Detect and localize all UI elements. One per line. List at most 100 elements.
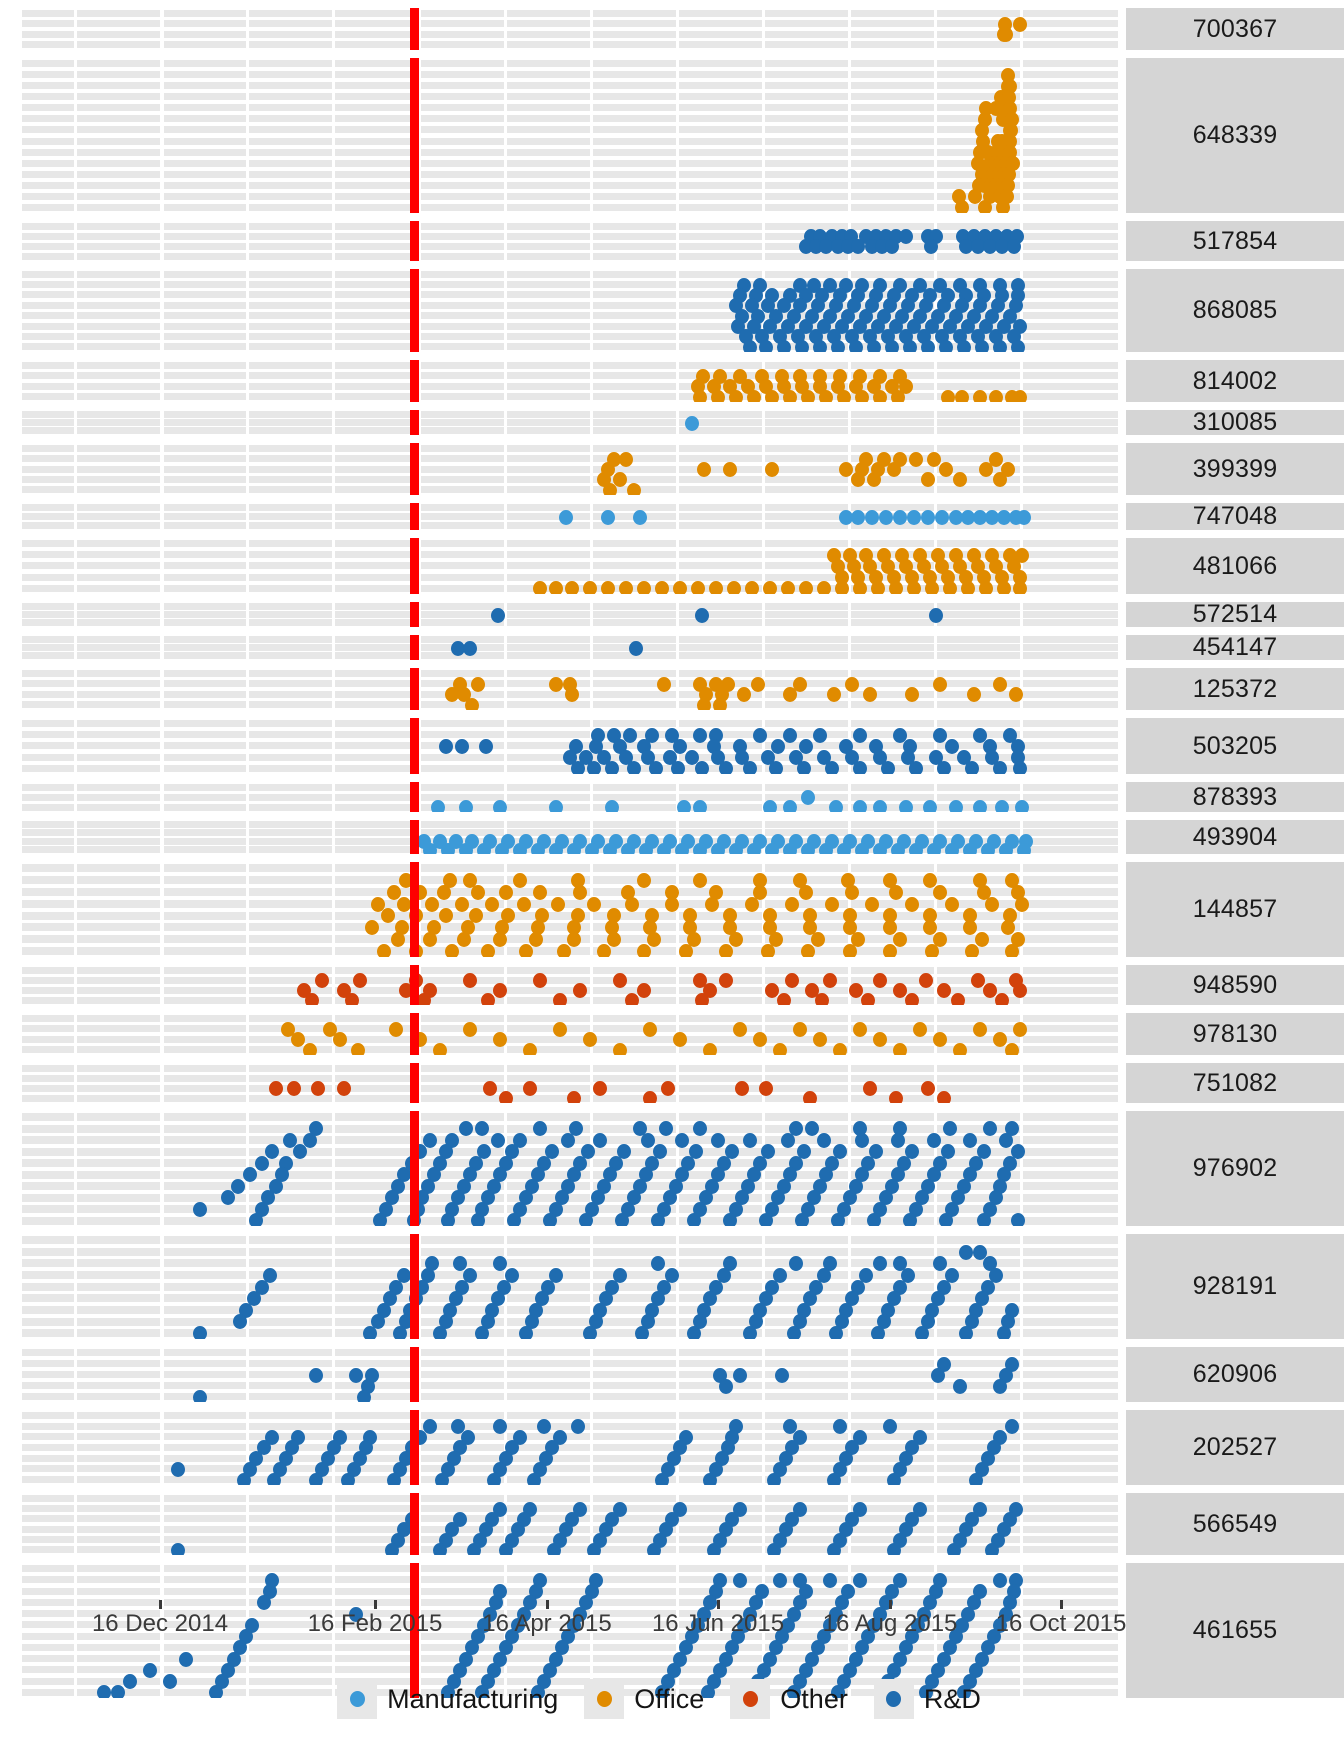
facet-row: 978130 (0, 1013, 1344, 1055)
data-point (433, 1543, 447, 1555)
vertical-gridline (1020, 1234, 1023, 1339)
data-point (305, 993, 319, 1005)
vertical-gridline (332, 782, 335, 812)
plot-area: 700367 648339 517854 868085 814002 310085 3993… (0, 0, 1344, 1698)
data-point (471, 885, 485, 900)
data-point (543, 1213, 557, 1226)
data-point (993, 1573, 1007, 1588)
legend-item[interactable]: R&D (873, 1679, 1007, 1719)
data-point (639, 843, 653, 854)
data-point (1009, 687, 1023, 702)
data-point (743, 761, 757, 774)
facet-row: 948590 (0, 965, 1344, 1005)
data-point (265, 1144, 279, 1159)
vertical-gridline (762, 602, 765, 627)
data-point (829, 800, 843, 812)
panel-gridlines (22, 221, 1118, 261)
legend-item[interactable]: Manufacturing (337, 1679, 584, 1719)
facet-row: 814002 (0, 360, 1344, 402)
data-point (719, 1379, 733, 1394)
vertical-gridline (246, 8, 249, 50)
data-point (797, 761, 811, 774)
reference-line (410, 782, 419, 812)
vertical-gridline (74, 668, 77, 710)
data-point (943, 581, 957, 594)
data-point (993, 472, 1007, 487)
data-point (885, 340, 899, 352)
facet-strip: 493904 (1126, 820, 1344, 854)
axis-tick (159, 1600, 162, 1609)
data-point (637, 983, 651, 998)
data-point (1013, 581, 1027, 594)
panel-gridlines (22, 410, 1118, 435)
data-point (833, 1043, 847, 1055)
data-point (513, 843, 527, 854)
data-point (673, 1032, 687, 1047)
facet-strip-label: 493904 (1192, 822, 1278, 851)
data-point (437, 885, 451, 900)
vertical-gridline (590, 1063, 593, 1103)
data-point (883, 1419, 897, 1434)
vertical-gridline (74, 965, 77, 1005)
data-point (845, 885, 859, 900)
legend-item[interactable]: Office (584, 1679, 730, 1719)
reference-line (410, 965, 419, 1005)
data-point (635, 1326, 649, 1339)
legend-item[interactable]: Other (730, 1679, 874, 1719)
vertical-gridline (160, 221, 164, 261)
data-point (963, 1133, 977, 1148)
vertical-gridline (74, 782, 77, 812)
x-axis: 16 Dec 2014 16 Feb 2015 16 Apr 2015 16 Jun … (0, 1600, 1344, 1660)
axis-tick-label: 16 Aug 2015 (822, 1610, 958, 1637)
data-point (953, 1043, 967, 1055)
data-point (899, 800, 913, 812)
data-point (973, 390, 987, 402)
data-point (481, 993, 495, 1005)
axis-tick (889, 1600, 892, 1609)
data-point (637, 944, 651, 957)
data-point (827, 1473, 841, 1485)
data-point (533, 581, 547, 594)
vertical-gridline (762, 8, 765, 50)
data-point (813, 1032, 827, 1047)
data-point (759, 1213, 773, 1226)
data-point (537, 1419, 551, 1434)
vertical-gridline (934, 410, 937, 435)
vertical-gridline (332, 862, 335, 957)
data-point (773, 1043, 787, 1055)
data-point (1013, 761, 1027, 774)
vertical-gridline (74, 1493, 77, 1555)
axis-tick (717, 1600, 720, 1609)
vertical-gridline (332, 1063, 335, 1103)
data-point (549, 581, 563, 594)
data-point (727, 581, 741, 594)
data-point (249, 1213, 263, 1226)
data-point (425, 897, 439, 912)
data-point (647, 932, 661, 947)
data-point (491, 608, 505, 623)
vertical-gridline (246, 635, 249, 660)
reference-line (410, 668, 419, 710)
data-point (823, 1573, 837, 1588)
vertical-gridline (74, 443, 77, 495)
data-point (781, 1133, 795, 1148)
data-point (843, 944, 857, 957)
vertical-gridline (1020, 1063, 1023, 1103)
data-point (637, 873, 651, 888)
vertical-gridline (1020, 602, 1023, 627)
data-point (889, 1091, 903, 1103)
data-point (939, 340, 953, 352)
legend-color-dot (349, 1691, 365, 1707)
vertical-gridline (160, 360, 164, 402)
facet-panel (22, 1234, 1118, 1339)
vertical-gridline (676, 269, 679, 352)
vertical-gridline (332, 635, 335, 660)
vertical-gridline (504, 503, 507, 530)
facet-row: 976902 (0, 1111, 1344, 1226)
data-point (387, 1473, 401, 1485)
data-point (481, 944, 495, 957)
data-point (483, 1081, 497, 1096)
data-point (817, 581, 831, 594)
reference-line (410, 503, 419, 530)
data-point (677, 800, 691, 812)
